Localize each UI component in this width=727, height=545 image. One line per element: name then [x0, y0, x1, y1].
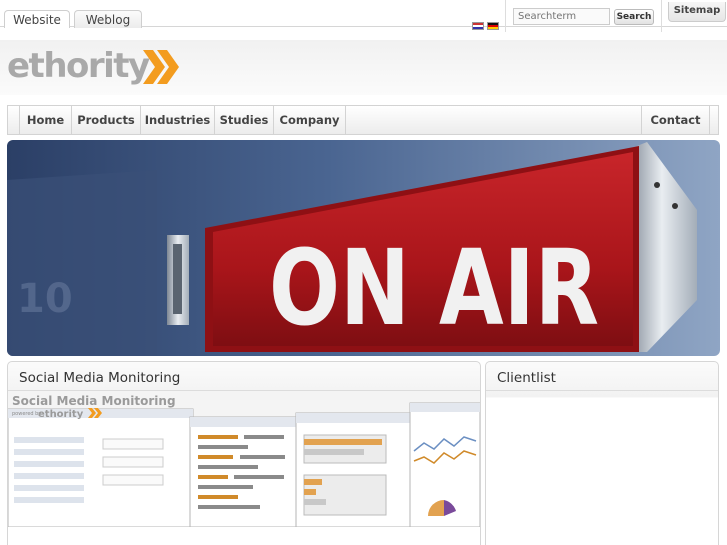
search-button[interactable]: Search: [614, 9, 654, 25]
english-flag-icon[interactable]: [472, 22, 484, 30]
nav-studies[interactable]: Studies: [214, 106, 273, 134]
nav-home[interactable]: Home: [19, 106, 71, 134]
social-media-monitoring-panel: Social Media Monitoring Social Media Mon…: [7, 361, 481, 545]
product-screenshot[interactable]: Social Media Monitoring powered by ethor…: [8, 391, 480, 527]
nav-company[interactable]: Company: [273, 106, 346, 134]
panel-title[interactable]: Clientlist: [497, 370, 556, 386]
hero-banner: 10 ON AIR: [7, 140, 720, 356]
panel-title[interactable]: Social Media Monitoring: [19, 370, 180, 386]
separator: [505, 0, 506, 32]
logo-chevron-icon: [143, 50, 179, 84]
logo-text[interactable]: ethority: [7, 46, 150, 86]
screenshot-title: Social Media Monitoring: [12, 394, 176, 408]
hero-sign-text: ON AIR: [269, 227, 599, 349]
svg-text:10: 10: [17, 276, 73, 322]
main-nav: Home Products Industries Studies Company…: [7, 105, 719, 135]
german-flag-icon[interactable]: [487, 22, 499, 30]
on-air-image: 10 ON AIR: [7, 140, 720, 356]
tab-weblog[interactable]: Weblog: [74, 10, 142, 28]
search-input[interactable]: [513, 8, 610, 25]
screenshot-subtitle: powered by: [12, 411, 41, 417]
top-bar: Website Weblog Search Sitemap: [0, 0, 727, 40]
screenshot-collage: Social Media Monitoring powered by ethor…: [8, 391, 480, 527]
nav-contact[interactable]: Contact: [641, 106, 710, 134]
panel-divider: [486, 390, 718, 391]
clientlist-panel: Clientlist: [485, 361, 719, 545]
separator: [661, 0, 662, 32]
tab-website[interactable]: Website: [4, 10, 70, 28]
screenshot-brand: ethority: [38, 409, 84, 420]
nav-industries[interactable]: Industries: [140, 106, 214, 134]
nav-products[interactable]: Products: [71, 106, 140, 134]
sitemap-link[interactable]: Sitemap: [668, 2, 726, 22]
